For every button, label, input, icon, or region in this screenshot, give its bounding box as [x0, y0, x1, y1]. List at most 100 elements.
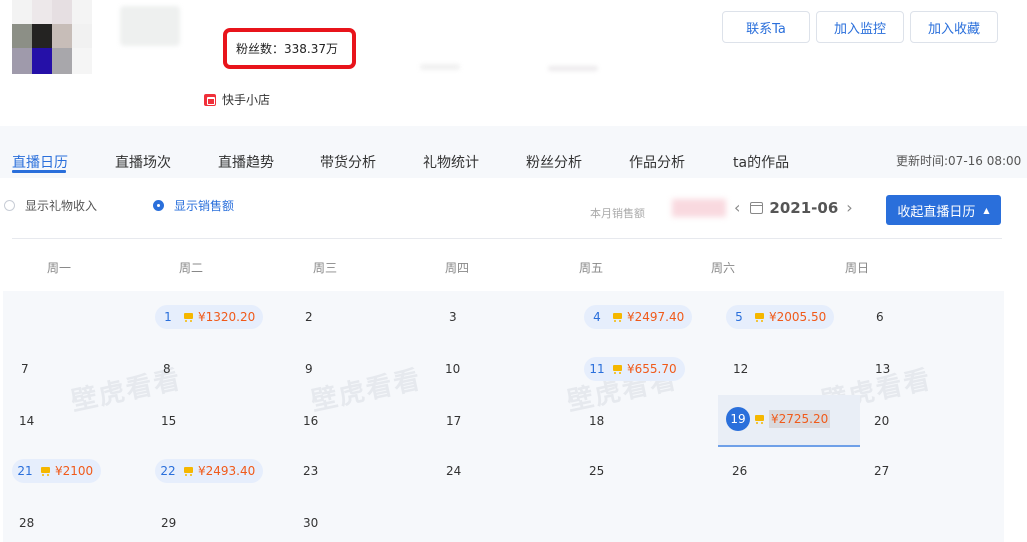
option-sales[interactable]: 显示销售额: [153, 197, 234, 214]
tab-works-analysis[interactable]: 作品分析: [629, 152, 685, 172]
calendar-day[interactable]: 12: [733, 362, 748, 376]
calendar-day[interactable]: 6: [876, 310, 884, 324]
updated-time: 更新时间:07-16 08:00: [896, 154, 1022, 168]
calendar-day[interactable]: 22 ¥2493.40: [155, 459, 264, 483]
calendar-day[interactable]: 20: [874, 414, 889, 428]
option-sales-label: 显示销售额: [174, 199, 235, 213]
calendar-icon[interactable]: [750, 201, 764, 214]
calendar-day[interactable]: 1 ¥1320.20: [155, 305, 264, 329]
calendar-day[interactable]: 27: [874, 464, 889, 478]
calendar-day[interactable]: 17: [446, 414, 461, 428]
calendar-day[interactable]: 21 ¥2100: [12, 459, 102, 483]
calendar-day[interactable]: 7: [21, 362, 29, 376]
weekday-mon: 周一: [47, 261, 72, 275]
calendar-day[interactable]: 13: [875, 362, 890, 376]
weekday-tue: 周二: [179, 261, 204, 275]
collapse-calendar-button[interactable]: 收起直播日历 ▲: [886, 195, 1001, 225]
day-number: 14: [19, 414, 35, 428]
calendar-day[interactable]: 10: [445, 362, 460, 376]
day-number: 25: [589, 464, 605, 478]
day-number: 9: [305, 362, 313, 376]
prev-month-icon[interactable]: ‹: [734, 198, 740, 217]
day-sales-amount: ¥2725.20: [769, 410, 831, 428]
day-pill: 4 ¥2497.40: [584, 305, 693, 329]
calendar-day[interactable]: 4 ¥2497.40: [584, 305, 693, 329]
calendar-day[interactable]: 3: [449, 310, 457, 324]
tab-live-trend[interactable]: 直播趋势: [218, 152, 274, 172]
radio-checked-icon[interactable]: [153, 200, 164, 211]
cart-icon: [183, 312, 194, 322]
day-pill: 21 ¥2100: [12, 459, 102, 483]
day-number: 17: [446, 414, 462, 428]
active-tab-indicator: [12, 170, 66, 173]
option-gift-income-label: 显示礼物收入: [25, 199, 98, 213]
weekday-fri: 周五: [579, 261, 604, 275]
day-number: 21: [17, 464, 33, 478]
current-month[interactable]: 2021-06: [769, 199, 838, 217]
day-pill: 22 ¥2493.40: [155, 459, 264, 483]
shop-link[interactable]: 快手小店: [204, 91, 270, 108]
caret-up-icon: ▲: [983, 205, 990, 215]
day-number: 4: [593, 310, 601, 324]
day-number: 8: [163, 362, 171, 376]
cart-icon: [612, 364, 623, 374]
calendar-day[interactable]: 26: [732, 464, 747, 478]
tab-live-sessions[interactable]: 直播场次: [115, 152, 171, 172]
tab-ta-works[interactable]: ta的作品: [733, 152, 789, 172]
tab-gift-stats[interactable]: 礼物统计: [423, 152, 479, 172]
day-number: 28: [19, 516, 35, 530]
calendar-day[interactable]: 29: [161, 516, 176, 530]
fans-count: 粉丝数：338.37万: [236, 42, 338, 56]
tab-fans-analysis[interactable]: 粉丝分析: [526, 152, 582, 172]
calendar-day[interactable]: 15: [161, 414, 176, 428]
calendar-day-selected[interactable]: 19 ¥2725.20: [726, 407, 831, 431]
influencer-page: 粉丝数：338.37万 快手小店 联系Ta 加入监控 加入收藏 直播日历 直播场…: [0, 0, 1027, 542]
calendar-day[interactable]: 8: [163, 362, 171, 376]
day-number: 19: [726, 407, 750, 431]
day-number: 16: [303, 414, 319, 428]
day-sales-amount: ¥2497.40: [627, 310, 685, 324]
cart-icon: [40, 466, 51, 476]
option-gift-income[interactable]: 显示礼物收入: [4, 197, 97, 214]
next-month-icon[interactable]: ›: [846, 198, 852, 217]
day-number: 3: [449, 310, 457, 324]
calendar-day[interactable]: 14: [19, 414, 34, 428]
day-number: 10: [445, 362, 461, 376]
calendar-day[interactable]: 25: [589, 464, 604, 478]
calendar-day[interactable]: 2: [305, 310, 313, 324]
day-number: 24: [446, 464, 462, 478]
calendar-day[interactable]: 16: [303, 414, 318, 428]
calendar-day[interactable]: 28: [19, 516, 34, 530]
radio-unchecked-icon[interactable]: [4, 200, 15, 211]
calendar-day[interactable]: 18: [589, 414, 604, 428]
month-sales-label: 本月销售额: [590, 207, 645, 220]
day-number: 29: [161, 516, 177, 530]
weekday-sat: 周六: [711, 261, 736, 275]
day-sales-amount: ¥2493.40: [198, 464, 256, 478]
day-number: 5: [735, 310, 743, 324]
day-number: 6: [876, 310, 884, 324]
day-number: 30: [303, 516, 319, 530]
tab-live-calendar[interactable]: 直播日历: [12, 152, 68, 172]
calendar-day[interactable]: 9: [305, 362, 313, 376]
calendar-day[interactable]: 24: [446, 464, 461, 478]
day-number: 20: [874, 414, 890, 428]
calendar-day[interactable]: 11 ¥655.70: [584, 357, 685, 381]
collapse-calendar-label: 收起直播日历: [897, 204, 976, 220]
calendar-day[interactable]: 23: [303, 464, 318, 478]
day-sales-amount: ¥655.70: [627, 362, 677, 376]
cart-icon: [754, 414, 765, 424]
contact-button[interactable]: 联系Ta: [722, 11, 810, 43]
blurred-sales-value: [672, 199, 726, 217]
day-sales-amount: ¥1320.20: [198, 310, 256, 324]
tab-sales-analysis[interactable]: 带货分析: [320, 152, 376, 172]
add-favorite-button[interactable]: 加入收藏: [910, 11, 998, 43]
cart-icon: [754, 312, 765, 322]
weekday-thu: 周四: [445, 261, 470, 275]
calendar-day[interactable]: 30: [303, 516, 318, 530]
add-monitor-button[interactable]: 加入监控: [816, 11, 904, 43]
avatar: [12, 0, 92, 74]
day-sales-amount: ¥2005.50: [769, 310, 827, 324]
calendar-day[interactable]: 5 ¥2005.50: [726, 305, 835, 329]
blurred-name: [120, 6, 180, 46]
